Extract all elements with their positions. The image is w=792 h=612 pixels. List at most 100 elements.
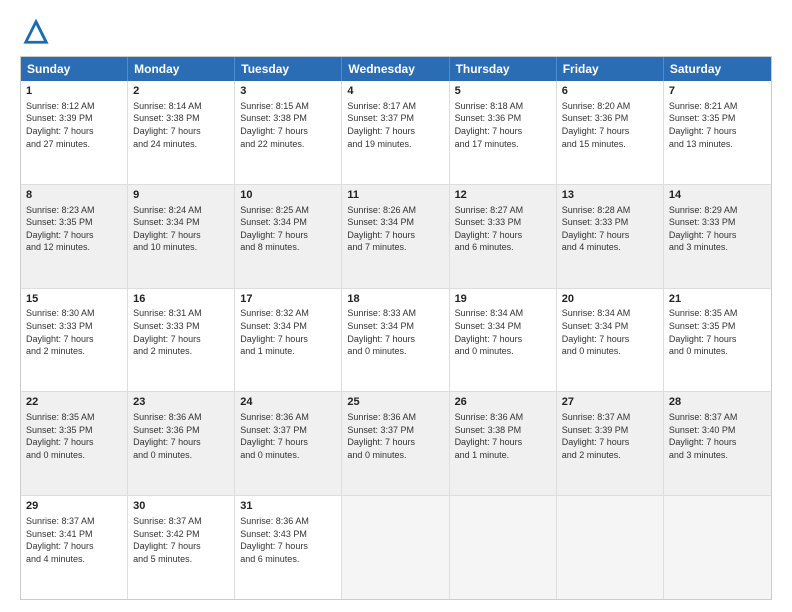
cell-info: Sunrise: 8:36 AMSunset: 3:38 PMDaylight:… [455, 412, 524, 460]
weekday-header: Wednesday [342, 57, 449, 81]
calendar-body: 1Sunrise: 8:12 AMSunset: 3:39 PMDaylight… [21, 81, 771, 599]
day-number: 29 [26, 499, 122, 514]
day-number: 19 [455, 292, 551, 307]
calendar-cell: 20Sunrise: 8:34 AMSunset: 3:34 PMDayligh… [557, 289, 664, 392]
day-number: 11 [347, 188, 443, 203]
day-number: 6 [562, 84, 658, 99]
cell-info: Sunrise: 8:30 AMSunset: 3:33 PMDaylight:… [26, 308, 95, 356]
calendar-cell: 29 Sunrise: 8:37 AMSunset: 3:41 PMDayligh… [21, 496, 128, 599]
calendar-cell: 16Sunrise: 8:31 AMSunset: 3:33 PMDayligh… [128, 289, 235, 392]
cell-info: Sunrise: 8:12 AMSunset: 3:39 PMDaylight:… [26, 101, 95, 149]
cell-info: Sunrise: 8:36 AMSunset: 3:36 PMDaylight:… [133, 412, 202, 460]
weekday-header: Friday [557, 57, 664, 81]
cell-info: Sunrise: 8:24 AMSunset: 3:34 PMDaylight:… [133, 205, 202, 253]
calendar-cell: 13 Sunrise: 8:28 AMSunset: 3:33 PMDayligh… [557, 185, 664, 288]
cell-info: Sunrise: 8:33 AMSunset: 3:34 PMDaylight:… [347, 308, 416, 356]
weekday-header: Tuesday [235, 57, 342, 81]
cell-info: Sunrise: 8:29 AMSunset: 3:33 PMDaylight:… [669, 205, 738, 253]
calendar-cell: 24 Sunrise: 8:36 AMSunset: 3:37 PMDayligh… [235, 392, 342, 495]
calendar-cell: 10 Sunrise: 8:25 AMSunset: 3:34 PMDayligh… [235, 185, 342, 288]
day-number: 5 [455, 84, 551, 99]
calendar-cell: 6 Sunrise: 8:20 AMSunset: 3:36 PMDaylight… [557, 81, 664, 184]
calendar-cell: 27 Sunrise: 8:37 AMSunset: 3:39 PMDayligh… [557, 392, 664, 495]
day-number: 7 [669, 84, 766, 99]
day-number: 8 [26, 188, 122, 203]
weekday-header: Saturday [664, 57, 771, 81]
day-number: 10 [240, 188, 336, 203]
calendar-cell: 30 Sunrise: 8:37 AMSunset: 3:42 PMDayligh… [128, 496, 235, 599]
calendar-cell: 4 Sunrise: 8:17 AMSunset: 3:37 PMDaylight… [342, 81, 449, 184]
day-number: 28 [669, 395, 766, 410]
calendar-cell: 12Sunrise: 8:27 AMSunset: 3:33 PMDayligh… [450, 185, 557, 288]
calendar-cell: 31 Sunrise: 8:36 AMSunset: 3:43 PMDayligh… [235, 496, 342, 599]
day-number: 14 [669, 188, 766, 203]
day-number: 22 [26, 395, 122, 410]
calendar-cell: 19Sunrise: 8:34 AMSunset: 3:34 PMDayligh… [450, 289, 557, 392]
calendar-cell: 15Sunrise: 8:30 AMSunset: 3:33 PMDayligh… [21, 289, 128, 392]
cell-info: Sunrise: 8:20 AMSunset: 3:36 PMDaylight:… [562, 101, 631, 149]
cell-info: Sunrise: 8:21 AMSunset: 3:35 PMDaylight:… [669, 101, 738, 149]
calendar-row: 15Sunrise: 8:30 AMSunset: 3:33 PMDayligh… [21, 288, 771, 392]
cell-info: Sunrise: 8:26 AMSunset: 3:34 PMDaylight:… [347, 205, 416, 253]
calendar-row: 8Sunrise: 8:23 AMSunset: 3:35 PMDaylight… [21, 184, 771, 288]
cell-info: Sunrise: 8:37 AMSunset: 3:42 PMDaylight:… [133, 516, 202, 564]
day-number: 20 [562, 292, 658, 307]
calendar-row: 29 Sunrise: 8:37 AMSunset: 3:41 PMDayligh… [21, 495, 771, 599]
day-number: 12 [455, 188, 551, 203]
weekday-header: Monday [128, 57, 235, 81]
day-number: 26 [455, 395, 551, 410]
day-number: 30 [133, 499, 229, 514]
cell-info: Sunrise: 8:15 AMSunset: 3:38 PMDaylight:… [240, 101, 309, 149]
calendar-cell: 18Sunrise: 8:33 AMSunset: 3:34 PMDayligh… [342, 289, 449, 392]
calendar-cell: 8Sunrise: 8:23 AMSunset: 3:35 PMDaylight… [21, 185, 128, 288]
cell-info: Sunrise: 8:28 AMSunset: 3:33 PMDaylight:… [562, 205, 631, 253]
calendar-header: SundayMondayTuesdayWednesdayThursdayFrid… [21, 57, 771, 81]
day-number: 16 [133, 292, 229, 307]
calendar-cell [450, 496, 557, 599]
cell-info: Sunrise: 8:36 AMSunset: 3:37 PMDaylight:… [240, 412, 309, 460]
day-number: 13 [562, 188, 658, 203]
calendar-cell: 1Sunrise: 8:12 AMSunset: 3:39 PMDaylight… [21, 81, 128, 184]
cell-info: Sunrise: 8:25 AMSunset: 3:34 PMDaylight:… [240, 205, 309, 253]
day-number: 3 [240, 84, 336, 99]
calendar-cell: 26 Sunrise: 8:36 AMSunset: 3:38 PMDayligh… [450, 392, 557, 495]
cell-info: Sunrise: 8:36 AMSunset: 3:37 PMDaylight:… [347, 412, 416, 460]
day-number: 27 [562, 395, 658, 410]
cell-info: Sunrise: 8:34 AMSunset: 3:34 PMDaylight:… [562, 308, 631, 356]
cell-info: Sunrise: 8:36 AMSunset: 3:43 PMDaylight:… [240, 516, 309, 564]
day-number: 21 [669, 292, 766, 307]
cell-info: Sunrise: 8:14 AMSunset: 3:38 PMDaylight:… [133, 101, 202, 149]
calendar-row: 1Sunrise: 8:12 AMSunset: 3:39 PMDaylight… [21, 81, 771, 184]
weekday-header: Thursday [450, 57, 557, 81]
calendar-cell: 28 Sunrise: 8:37 AMSunset: 3:40 PMDayligh… [664, 392, 771, 495]
day-number: 23 [133, 395, 229, 410]
calendar-cell: 21Sunrise: 8:35 AMSunset: 3:35 PMDayligh… [664, 289, 771, 392]
calendar-cell [342, 496, 449, 599]
cell-info: Sunrise: 8:17 AMSunset: 3:37 PMDaylight:… [347, 101, 416, 149]
day-number: 9 [133, 188, 229, 203]
calendar-cell: 3 Sunrise: 8:15 AMSunset: 3:38 PMDaylight… [235, 81, 342, 184]
day-number: 25 [347, 395, 443, 410]
cell-info: Sunrise: 8:37 AMSunset: 3:41 PMDaylight:… [26, 516, 95, 564]
day-number: 4 [347, 84, 443, 99]
logo [20, 18, 50, 46]
day-number: 24 [240, 395, 336, 410]
calendar-cell: 17Sunrise: 8:32 AMSunset: 3:34 PMDayligh… [235, 289, 342, 392]
day-number: 31 [240, 499, 336, 514]
day-number: 2 [133, 84, 229, 99]
weekday-header: Sunday [21, 57, 128, 81]
calendar-cell: 7 Sunrise: 8:21 AMSunset: 3:35 PMDaylight… [664, 81, 771, 184]
cell-info: Sunrise: 8:37 AMSunset: 3:40 PMDaylight:… [669, 412, 738, 460]
day-number: 15 [26, 292, 122, 307]
calendar-cell: 2 Sunrise: 8:14 AMSunset: 3:38 PMDaylight… [128, 81, 235, 184]
calendar-cell: 11 Sunrise: 8:26 AMSunset: 3:34 PMDayligh… [342, 185, 449, 288]
cell-info: Sunrise: 8:37 AMSunset: 3:39 PMDaylight:… [562, 412, 631, 460]
calendar-cell: 5 Sunrise: 8:18 AMSunset: 3:36 PMDaylight… [450, 81, 557, 184]
cell-info: Sunrise: 8:31 AMSunset: 3:33 PMDaylight:… [133, 308, 202, 356]
calendar-cell: 23 Sunrise: 8:36 AMSunset: 3:36 PMDayligh… [128, 392, 235, 495]
calendar: SundayMondayTuesdayWednesdayThursdayFrid… [20, 56, 772, 600]
day-number: 17 [240, 292, 336, 307]
header [20, 18, 772, 46]
cell-info: Sunrise: 8:18 AMSunset: 3:36 PMDaylight:… [455, 101, 524, 149]
logo-icon [22, 18, 50, 46]
